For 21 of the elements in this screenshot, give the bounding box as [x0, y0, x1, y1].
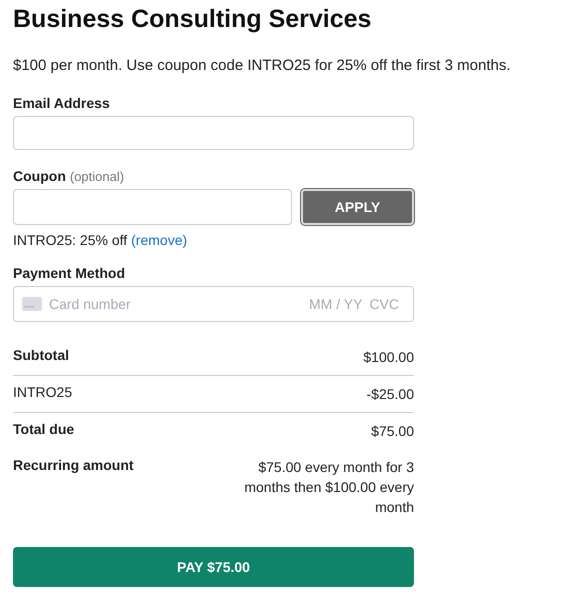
summary-label: Total due: [13, 421, 74, 439]
field-label: Payment Method: [13, 265, 126, 281]
remove-link[interactable]: (remove): [131, 232, 188, 248]
apply-button[interactable]: APPLY: [301, 189, 414, 225]
pay-button[interactable]: PAY $75.00: [13, 547, 414, 587]
field-label: Coupon: [13, 168, 66, 184]
coupon-note: INTRO25: 25% off: [13, 232, 128, 248]
summary-value: $75.00: [371, 422, 414, 441]
page-title: Business Consulting Services: [13, 4, 372, 34]
coupon-field[interactable]: [13, 189, 292, 225]
field-label: Email Address: [13, 95, 111, 111]
summary-value: -$25.00: [366, 385, 414, 404]
field-hint: (optional): [70, 169, 124, 184]
card-icon: [22, 297, 42, 311]
summary-label: Subtotal: [13, 347, 69, 365]
summary-value: $75.00 every month for 3 months then $100.00 every month: [244, 458, 414, 517]
summary-label: INTRO25: [13, 384, 72, 402]
summary-value: $100.00: [363, 348, 414, 367]
description: $100 per month. Use coupon code INTRO25 for 25% off the first 3 months.: [13, 57, 512, 74]
email-field[interactable]: [13, 116, 414, 150]
summary-label: Recurring amount: [13, 457, 134, 475]
